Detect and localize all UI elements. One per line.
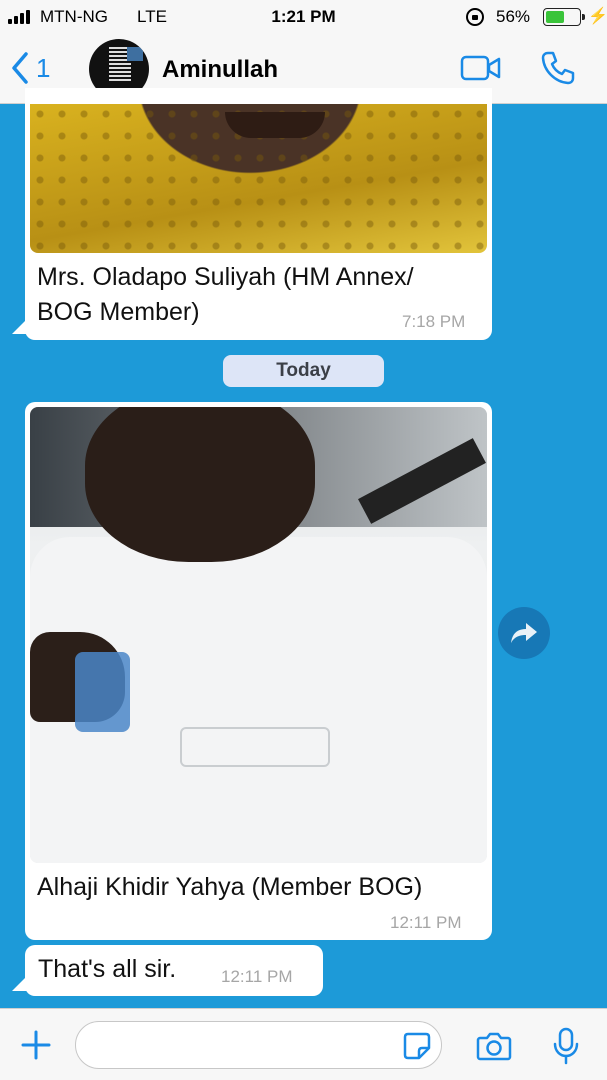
status-bar: MTN-NG LTE 1:21 PM 56% ⚡ — [0, 0, 607, 34]
date-separator: Today — [223, 355, 384, 387]
video-camera-icon[interactable] — [460, 54, 502, 82]
message-time: 12:11 PM — [221, 967, 293, 986]
forward-button[interactable] — [498, 607, 550, 659]
orientation-lock-icon — [466, 8, 484, 26]
plus-icon[interactable] — [20, 1029, 52, 1061]
message-input[interactable] — [75, 1021, 442, 1069]
forward-arrow-icon — [511, 623, 537, 643]
back-unread-count: 1 — [36, 52, 51, 83]
message-time: 7:18 PM — [402, 312, 466, 331]
camera-icon[interactable] — [476, 1031, 512, 1061]
message-text: That's all sir. — [38, 955, 177, 983]
bubble-tail — [12, 975, 28, 991]
message-image[interactable] — [30, 407, 487, 863]
message-caption: Mrs. Oladapo Suliyah (HM Annex/ BOG Memb… — [37, 260, 414, 330]
phone-icon[interactable] — [540, 50, 576, 86]
message-caption: Alhaji Khidir Yahya (Member BOG) — [37, 873, 423, 901]
sticker-icon[interactable] — [402, 1031, 432, 1061]
caption-line: Mrs. Oladapo Suliyah (HM Annex/ — [37, 263, 414, 291]
contact-name[interactable]: Aminullah — [162, 56, 278, 84]
back-button[interactable]: 1 — [10, 48, 50, 88]
message-image[interactable] — [30, 104, 487, 253]
charging-icon: ⚡ — [588, 8, 607, 25]
chevron-left-icon — [12, 52, 28, 84]
microphone-icon[interactable] — [552, 1027, 580, 1065]
caption-line: BOG Member) — [37, 298, 200, 326]
input-bar — [0, 1008, 607, 1080]
message-time: 12:11 PM — [390, 913, 462, 932]
battery-icon — [543, 8, 585, 26]
battery-percentage: 56% — [496, 7, 531, 26]
